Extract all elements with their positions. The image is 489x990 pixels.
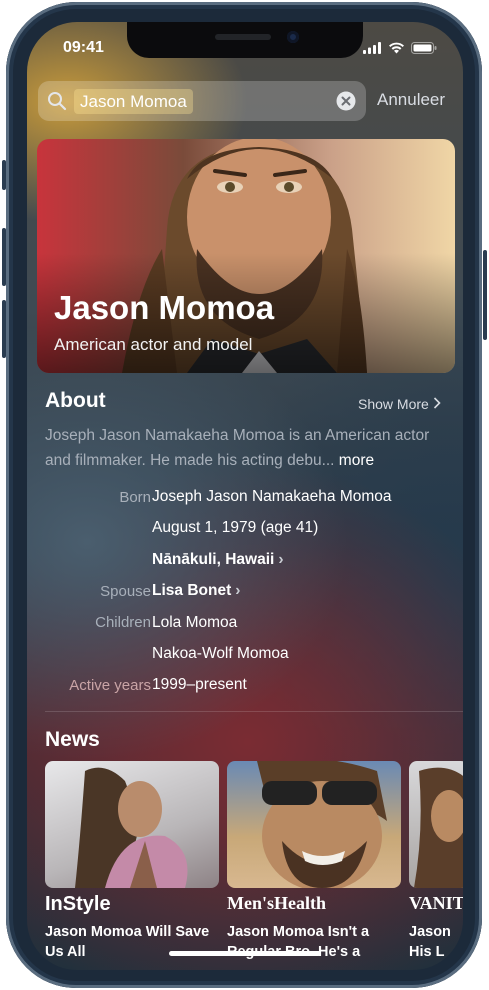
born-label: Born bbox=[119, 489, 151, 506]
cellular-signal-icon bbox=[363, 42, 381, 54]
search-input[interactable]: Jason Momoa bbox=[74, 89, 193, 114]
active-years: 1999–present bbox=[152, 676, 247, 693]
active-years-label: Active years bbox=[69, 677, 151, 694]
spouse-name: Lisa Bonet bbox=[152, 582, 232, 599]
search-icon bbox=[47, 91, 67, 116]
screen: 09:41 Jason Momoa Annuleer Jason Momoa A… bbox=[27, 22, 463, 970]
volume-up-button bbox=[2, 228, 6, 286]
wifi-icon bbox=[389, 42, 404, 54]
news-card[interactable]: InStyle Jason Momoa Will Save Us All bbox=[45, 761, 219, 960]
hero-subtitle: American actor and model bbox=[54, 335, 253, 354]
show-more-button[interactable]: Show More bbox=[358, 396, 441, 412]
search-bar[interactable]: Jason Momoa bbox=[38, 81, 366, 121]
about-description: Joseph Jason Namakaeha Momoa is an Ameri… bbox=[45, 423, 455, 473]
home-indicator[interactable] bbox=[169, 951, 321, 956]
news-image bbox=[409, 761, 463, 888]
notch bbox=[127, 22, 363, 58]
news-source: VANITY FA bbox=[409, 893, 463, 913]
power-button bbox=[483, 250, 487, 340]
born-date: August 1, 1979 (age 41) bbox=[152, 519, 319, 536]
news-headline: Jason Momoa Isn't a Regular Bro. He's a bbox=[227, 924, 370, 960]
hero-card[interactable]: Jason Momoa American actor and model bbox=[37, 139, 455, 373]
status-icons bbox=[363, 42, 437, 54]
news-card[interactable]: Men'sHealth Jason Momoa Isn't a Regular … bbox=[227, 761, 401, 960]
born-place: Nānākuli, Hawaii bbox=[152, 551, 275, 568]
news-source: InStyle bbox=[45, 893, 111, 915]
child-2: Nakoa-Wolf Momoa bbox=[152, 645, 289, 662]
news-card[interactable]: VANITY FA Jason His L bbox=[409, 761, 463, 960]
spouse-link[interactable]: Lisa Bonet › bbox=[152, 582, 240, 600]
news-headline: Jason His L bbox=[409, 924, 451, 960]
about-more-link[interactable]: more bbox=[339, 452, 374, 469]
front-camera bbox=[287, 31, 299, 43]
children-label: Children bbox=[95, 614, 151, 631]
clear-search-icon[interactable] bbox=[336, 91, 356, 116]
volume-down-button bbox=[2, 300, 6, 358]
hero-name: Jason Momoa bbox=[54, 289, 275, 326]
silent-switch bbox=[2, 160, 6, 190]
chevron-right-icon: › bbox=[235, 582, 241, 599]
spouse-label: Spouse bbox=[100, 583, 151, 600]
news-title: News bbox=[45, 728, 100, 751]
born-name: Joseph Jason Namakaeha Momoa bbox=[152, 488, 392, 505]
chevron-right-icon: › bbox=[278, 551, 284, 568]
speaker-grille bbox=[215, 34, 271, 40]
show-more-label: Show More bbox=[358, 396, 429, 412]
news-headline: Jason Momoa Will Save Us All bbox=[45, 924, 210, 960]
cancel-button[interactable]: Annuleer bbox=[377, 90, 445, 110]
status-time: 09:41 bbox=[63, 39, 104, 56]
born-place-link[interactable]: Nānākuli, Hawaii › bbox=[152, 551, 284, 569]
news-image bbox=[45, 761, 219, 888]
news-source: Men'sHealth bbox=[227, 893, 326, 913]
news-image bbox=[227, 761, 401, 888]
chevron-right-icon bbox=[433, 396, 441, 412]
about-title: About bbox=[45, 389, 106, 412]
battery-icon bbox=[411, 42, 437, 54]
child-1: Lola Momoa bbox=[152, 614, 238, 631]
divider bbox=[45, 711, 463, 712]
